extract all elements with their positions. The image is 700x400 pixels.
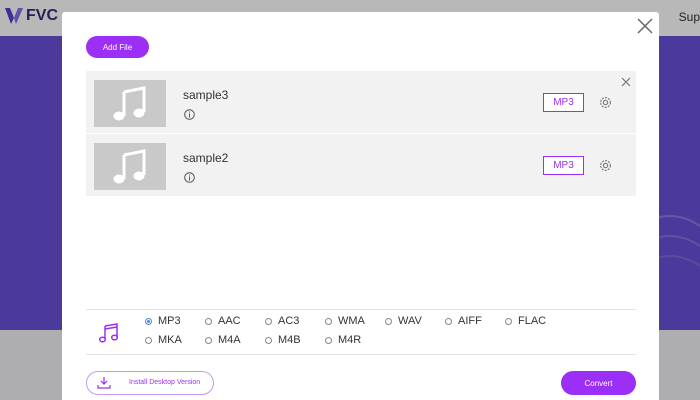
music-note-icon — [98, 323, 119, 343]
close-icon[interactable] — [621, 77, 631, 87]
file-thumbnail — [94, 143, 166, 190]
output-format-button[interactable]: MP3 — [543, 93, 584, 112]
output-format-button[interactable]: MP3 — [543, 156, 584, 175]
format-option-mka[interactable]: MKA — [145, 334, 182, 346]
format-label: M4B — [278, 334, 301, 346]
format-label: FLAC — [518, 315, 547, 327]
music-note-icon — [113, 148, 146, 183]
radio-button[interactable] — [205, 317, 212, 325]
file-row: sample2 MP3 — [86, 134, 636, 196]
info-icon[interactable] — [184, 109, 195, 120]
add-file-button[interactable]: Add File — [86, 36, 149, 58]
radio-button[interactable] — [205, 336, 212, 344]
format-label: MP3 — [158, 315, 181, 327]
close-icon[interactable] — [636, 17, 654, 35]
format-option-m4b[interactable]: M4B — [265, 334, 301, 346]
format-option-m4a[interactable]: M4A — [205, 334, 241, 346]
gear-icon[interactable] — [598, 158, 613, 173]
format-option-wma[interactable]: WMA — [325, 315, 365, 327]
radio-button[interactable] — [445, 317, 452, 325]
download-icon — [97, 377, 111, 389]
format-selector: MP3 AAC AC3 WMA WAV AIFF FLAC MKA M4A M4… — [86, 309, 636, 355]
format-label: WAV — [398, 315, 422, 327]
format-option-m4r[interactable]: M4R — [325, 334, 361, 346]
radio-button[interactable] — [385, 317, 392, 325]
radio-button[interactable] — [505, 317, 512, 325]
convert-dialog: Add File sample3 MP3 sample2 MP3 MP3 AAC… — [62, 12, 659, 400]
format-option-aiff[interactable]: AIFF — [445, 315, 482, 327]
radio-button[interactable] — [325, 336, 332, 344]
file-list: sample3 MP3 sample2 MP3 — [86, 71, 636, 196]
install-desktop-label: Install Desktop Version — [129, 379, 201, 386]
music-note-icon — [113, 85, 146, 120]
format-option-aac[interactable]: AAC — [205, 315, 241, 327]
radio-button[interactable] — [145, 336, 152, 344]
file-name: sample3 — [183, 88, 229, 102]
format-label: AC3 — [278, 315, 300, 327]
format-label: M4A — [218, 334, 241, 346]
format-option-wav[interactable]: WAV — [385, 315, 422, 327]
radio-button[interactable] — [265, 317, 272, 325]
format-label: M4R — [338, 334, 362, 346]
convert-button[interactable]: Convert — [561, 371, 636, 395]
gear-icon[interactable] — [598, 95, 613, 110]
format-label: AAC — [218, 315, 241, 327]
format-option-flac[interactable]: FLAC — [505, 315, 546, 327]
format-label: WMA — [338, 315, 365, 327]
file-row: sample3 MP3 — [86, 71, 636, 133]
file-thumbnail — [94, 80, 166, 127]
format-option-mp3[interactable]: MP3 — [145, 315, 181, 327]
radio-button[interactable] — [265, 336, 272, 344]
format-label: MKA — [158, 334, 182, 346]
format-label: AIFF — [458, 315, 482, 327]
file-name: sample2 — [183, 151, 229, 165]
format-option-ac3[interactable]: AC3 — [265, 315, 299, 327]
install-desktop-button[interactable]: Install Desktop Version — [86, 371, 214, 395]
radio-button[interactable] — [325, 317, 332, 325]
radio-button[interactable] — [145, 317, 152, 325]
info-icon[interactable] — [184, 172, 195, 183]
